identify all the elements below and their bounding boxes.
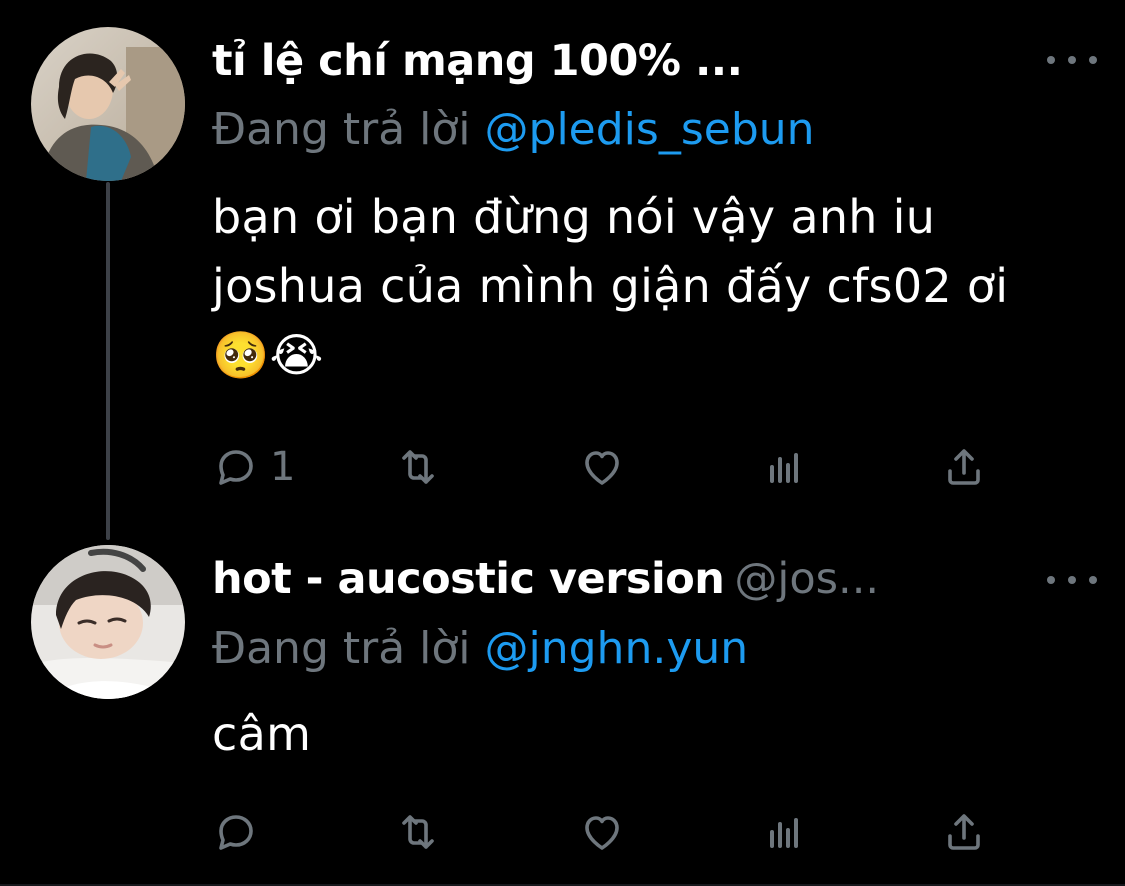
like-icon	[585, 451, 619, 485]
tweet[interactable]: hot - aucostic version @jos... Đang trả l…	[0, 540, 1125, 886]
retweet-button[interactable]	[394, 437, 442, 497]
more-dot-icon	[1047, 56, 1055, 64]
more-dot-icon	[1047, 576, 1055, 584]
reply-to-mention[interactable]: @pledis_sebun	[485, 104, 815, 155]
reply-button[interactable]	[212, 802, 270, 862]
retweet-icon	[402, 815, 434, 849]
more-dot-icon	[1068, 576, 1076, 584]
replying-to-line: Đang trả lời @pledis_sebun	[212, 98, 1085, 162]
retweet-icon	[402, 450, 434, 484]
more-dot-icon	[1089, 56, 1097, 64]
stats-icon	[770, 453, 798, 483]
reply-button[interactable]: 1	[212, 437, 295, 497]
share-icon	[948, 449, 980, 485]
avatar-image	[31, 545, 185, 699]
avatar[interactable]	[31, 27, 185, 181]
share-icon	[948, 814, 980, 850]
retweet-button[interactable]	[394, 802, 442, 862]
tweet-text: bạn ơi bạn đừng nói vậy anh iu joshua củ…	[212, 190, 1009, 382]
reply-count: 1	[270, 444, 296, 490]
replying-to-line: Đang trả lời @jnghn.yun	[212, 617, 1085, 681]
share-button[interactable]	[940, 437, 988, 497]
replying-to-label: Đang trả lời	[212, 104, 485, 155]
display-name[interactable]: tỉ lệ chí mạng 100% ...	[212, 36, 743, 86]
like-icon	[585, 816, 619, 850]
more-options-button[interactable]	[1047, 45, 1097, 75]
more-options-button[interactable]	[1047, 565, 1097, 595]
tweet-header: tỉ lệ chí mạng 100% ...	[212, 30, 1025, 92]
stats-button[interactable]	[760, 437, 808, 497]
tweet-actions	[212, 802, 1002, 862]
display-name[interactable]: hot - aucostic version	[212, 554, 725, 604]
stats-icon	[770, 818, 798, 848]
tweet[interactable]: tỉ lệ chí mạng 100% ... Đang trả lời @pl…	[0, 0, 1125, 540]
reply-icon	[219, 450, 253, 485]
stats-button[interactable]	[760, 802, 808, 862]
reply-to-mention[interactable]: @jnghn.yun	[485, 623, 749, 674]
replying-to-label: Đang trả lời	[212, 623, 485, 674]
tweet-actions: 1	[212, 437, 1002, 497]
avatar-image	[31, 27, 185, 181]
share-button[interactable]	[940, 802, 988, 862]
more-dot-icon	[1089, 576, 1097, 584]
avatar[interactable]	[31, 545, 185, 699]
reply-icon	[219, 815, 253, 850]
like-button[interactable]	[578, 437, 626, 497]
like-button[interactable]	[578, 802, 626, 862]
more-dot-icon	[1068, 56, 1076, 64]
user-handle[interactable]: @jos...	[734, 554, 879, 604]
tweet-header: hot - aucostic version @jos...	[212, 548, 1025, 610]
tweet-text: câm	[212, 707, 312, 761]
